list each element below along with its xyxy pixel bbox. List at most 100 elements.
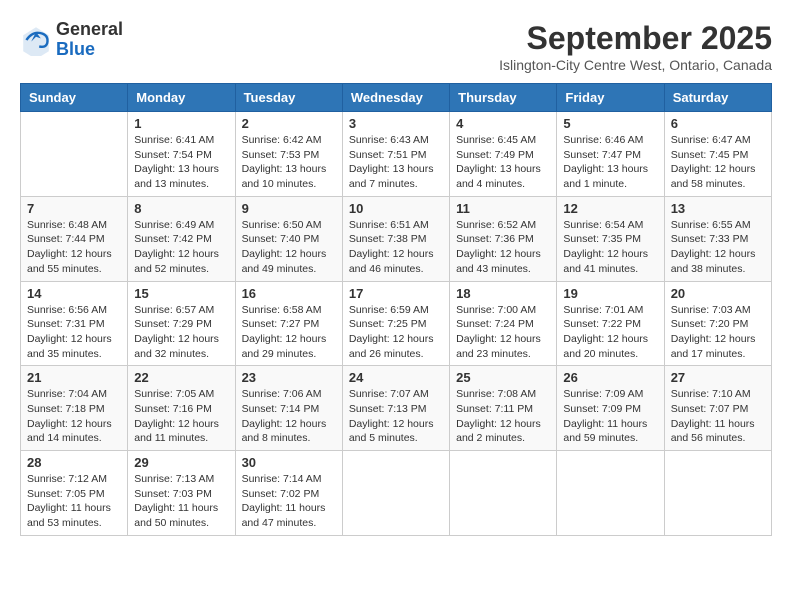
week-row-3: 21 Sunrise: 7:04 AM Sunset: 7:18 PM Dayli…	[21, 366, 772, 451]
calendar-cell: 18 Sunrise: 7:00 AM Sunset: 7:24 PM Dayli…	[450, 281, 557, 366]
day-info: Sunrise: 7:01 AM Sunset: 7:22 PM Dayligh…	[563, 303, 657, 362]
calendar-cell: 15Sunrise: 6:57 AM Sunset: 7:29 PM Dayli…	[128, 281, 235, 366]
day-number: 21	[27, 370, 121, 385]
day-number: 19	[563, 286, 657, 301]
calendar-cell: 4 Sunrise: 6:45 AM Sunset: 7:49 PM Daylig…	[450, 112, 557, 197]
calendar-cell: 11 Sunrise: 6:52 AM Sunset: 7:36 PM Dayli…	[450, 196, 557, 281]
week-row-4: 28Sunrise: 7:12 AM Sunset: 7:05 PM Dayli…	[21, 451, 772, 536]
calendar-table: SundayMondayTuesdayWednesdayThursdayFrid…	[20, 83, 772, 536]
day-number: 13	[671, 201, 765, 216]
calendar-cell: 6Sunrise: 6:47 AM Sunset: 7:45 PM Daylig…	[664, 112, 771, 197]
day-info: Sunrise: 6:48 AM Sunset: 7:44 PM Dayligh…	[27, 218, 121, 277]
calendar-cell: 13 Sunrise: 6:55 AM Sunset: 7:33 PM Dayli…	[664, 196, 771, 281]
day-number: 6	[671, 116, 765, 131]
day-number: 5	[563, 116, 657, 131]
day-number: 8	[134, 201, 228, 216]
day-number: 29	[134, 455, 228, 470]
day-number: 11	[456, 201, 550, 216]
calendar-cell	[21, 112, 128, 197]
day-info: Sunrise: 6:49 AM Sunset: 7:42 PM Dayligh…	[134, 218, 228, 277]
calendar-cell: 12 Sunrise: 6:54 AM Sunset: 7:35 PM Dayli…	[557, 196, 664, 281]
logo: General Blue	[20, 20, 123, 60]
calendar-cell: 17 Sunrise: 6:59 AM Sunset: 7:25 PM Dayli…	[342, 281, 449, 366]
day-info: Sunrise: 7:04 AM Sunset: 7:18 PM Dayligh…	[27, 387, 121, 446]
day-info: Sunrise: 6:52 AM Sunset: 7:36 PM Dayligh…	[456, 218, 550, 277]
day-number: 23	[242, 370, 336, 385]
day-info: Sunrise: 6:55 AM Sunset: 7:33 PM Dayligh…	[671, 218, 765, 277]
day-info: Sunrise: 6:41 AM Sunset: 7:54 PM Dayligh…	[134, 133, 228, 192]
day-number: 3	[349, 116, 443, 131]
calendar-cell: 30Sunrise: 7:14 AM Sunset: 7:02 PM Dayli…	[235, 451, 342, 536]
week-row-0: 1 Sunrise: 6:41 AM Sunset: 7:54 PM Daylig…	[21, 112, 772, 197]
title-block: September 2025 Islington-City Centre Wes…	[499, 20, 772, 73]
calendar-cell: 29 Sunrise: 7:13 AM Sunset: 7:03 PM Dayli…	[128, 451, 235, 536]
day-number: 10	[349, 201, 443, 216]
day-info: Sunrise: 6:58 AM Sunset: 7:27 PM Dayligh…	[242, 303, 336, 362]
calendar-cell: 14 Sunrise: 6:56 AM Sunset: 7:31 PM Dayli…	[21, 281, 128, 366]
day-number: 14	[27, 286, 121, 301]
day-info: Sunrise: 6:59 AM Sunset: 7:25 PM Dayligh…	[349, 303, 443, 362]
day-number: 26	[563, 370, 657, 385]
day-info: Sunrise: 6:42 AM Sunset: 7:53 PM Dayligh…	[242, 133, 336, 192]
calendar-cell: 28Sunrise: 7:12 AM Sunset: 7:05 PM Dayli…	[21, 451, 128, 536]
day-header-wednesday: Wednesday	[342, 84, 449, 112]
day-info: Sunrise: 7:08 AM Sunset: 7:11 PM Dayligh…	[456, 387, 550, 446]
day-info: Sunrise: 6:51 AM Sunset: 7:38 PM Dayligh…	[349, 218, 443, 277]
day-number: 4	[456, 116, 550, 131]
calendar-cell: 27Sunrise: 7:10 AM Sunset: 7:07 PM Dayli…	[664, 366, 771, 451]
day-info: Sunrise: 7:05 AM Sunset: 7:16 PM Dayligh…	[134, 387, 228, 446]
day-info: Sunrise: 7:06 AM Sunset: 7:14 PM Dayligh…	[242, 387, 336, 446]
day-number: 9	[242, 201, 336, 216]
day-header-friday: Friday	[557, 84, 664, 112]
calendar-cell: 16 Sunrise: 6:58 AM Sunset: 7:27 PM Dayli…	[235, 281, 342, 366]
day-number: 20	[671, 286, 765, 301]
calendar-cell: 9 Sunrise: 6:50 AM Sunset: 7:40 PM Daylig…	[235, 196, 342, 281]
day-number: 2	[242, 116, 336, 131]
calendar-cell: 23 Sunrise: 7:06 AM Sunset: 7:14 PM Dayli…	[235, 366, 342, 451]
calendar-cell: 20 Sunrise: 7:03 AM Sunset: 7:20 PM Dayli…	[664, 281, 771, 366]
day-header-sunday: Sunday	[21, 84, 128, 112]
calendar-cell: 22 Sunrise: 7:05 AM Sunset: 7:16 PM Dayli…	[128, 366, 235, 451]
calendar-cell: 10 Sunrise: 6:51 AM Sunset: 7:38 PM Dayli…	[342, 196, 449, 281]
week-row-2: 14 Sunrise: 6:56 AM Sunset: 7:31 PM Dayli…	[21, 281, 772, 366]
day-number: 25	[456, 370, 550, 385]
day-number: 12	[563, 201, 657, 216]
logo-icon	[20, 24, 52, 56]
day-number: 18	[456, 286, 550, 301]
day-info: Sunrise: 7:13 AM Sunset: 7:03 PM Dayligh…	[134, 472, 228, 531]
day-number: 24	[349, 370, 443, 385]
calendar-cell: 21 Sunrise: 7:04 AM Sunset: 7:18 PM Dayli…	[21, 366, 128, 451]
calendar-cell: 5 Sunrise: 6:46 AM Sunset: 7:47 PM Daylig…	[557, 112, 664, 197]
day-info: Sunrise: 7:03 AM Sunset: 7:20 PM Dayligh…	[671, 303, 765, 362]
calendar-cell: 25 Sunrise: 7:08 AM Sunset: 7:11 PM Dayli…	[450, 366, 557, 451]
day-info: Sunrise: 7:00 AM Sunset: 7:24 PM Dayligh…	[456, 303, 550, 362]
calendar-cell: 24Sunrise: 7:07 AM Sunset: 7:13 PM Dayli…	[342, 366, 449, 451]
month-title: September 2025	[499, 20, 772, 57]
day-info: Sunrise: 6:46 AM Sunset: 7:47 PM Dayligh…	[563, 133, 657, 192]
calendar-cell: 7Sunrise: 6:48 AM Sunset: 7:44 PM Daylig…	[21, 196, 128, 281]
day-info: Sunrise: 6:57 AM Sunset: 7:29 PM Dayligh…	[134, 303, 228, 362]
day-info: Sunrise: 6:54 AM Sunset: 7:35 PM Dayligh…	[563, 218, 657, 277]
calendar-cell: 26 Sunrise: 7:09 AM Sunset: 7:09 PM Dayli…	[557, 366, 664, 451]
day-info: Sunrise: 6:45 AM Sunset: 7:49 PM Dayligh…	[456, 133, 550, 192]
day-info: Sunrise: 6:56 AM Sunset: 7:31 PM Dayligh…	[27, 303, 121, 362]
day-number: 22	[134, 370, 228, 385]
day-header-tuesday: Tuesday	[235, 84, 342, 112]
calendar-cell: 3 Sunrise: 6:43 AM Sunset: 7:51 PM Daylig…	[342, 112, 449, 197]
day-number: 17	[349, 286, 443, 301]
day-info: Sunrise: 7:14 AM Sunset: 7:02 PM Dayligh…	[242, 472, 336, 531]
day-number: 16	[242, 286, 336, 301]
calendar-cell: 2 Sunrise: 6:42 AM Sunset: 7:53 PM Daylig…	[235, 112, 342, 197]
day-info: Sunrise: 6:50 AM Sunset: 7:40 PM Dayligh…	[242, 218, 336, 277]
calendar-cell	[450, 451, 557, 536]
calendar-cell: 1 Sunrise: 6:41 AM Sunset: 7:54 PM Daylig…	[128, 112, 235, 197]
day-number: 1	[134, 116, 228, 131]
day-info: Sunrise: 7:09 AM Sunset: 7:09 PM Dayligh…	[563, 387, 657, 446]
calendar-cell: 8 Sunrise: 6:49 AM Sunset: 7:42 PM Daylig…	[128, 196, 235, 281]
week-row-1: 7Sunrise: 6:48 AM Sunset: 7:44 PM Daylig…	[21, 196, 772, 281]
day-header-monday: Monday	[128, 84, 235, 112]
location-subtitle: Islington-City Centre West, Ontario, Can…	[499, 57, 772, 73]
day-number: 27	[671, 370, 765, 385]
day-info: Sunrise: 6:43 AM Sunset: 7:51 PM Dayligh…	[349, 133, 443, 192]
page-header: General Blue September 2025 Islington-Ci…	[20, 20, 772, 73]
